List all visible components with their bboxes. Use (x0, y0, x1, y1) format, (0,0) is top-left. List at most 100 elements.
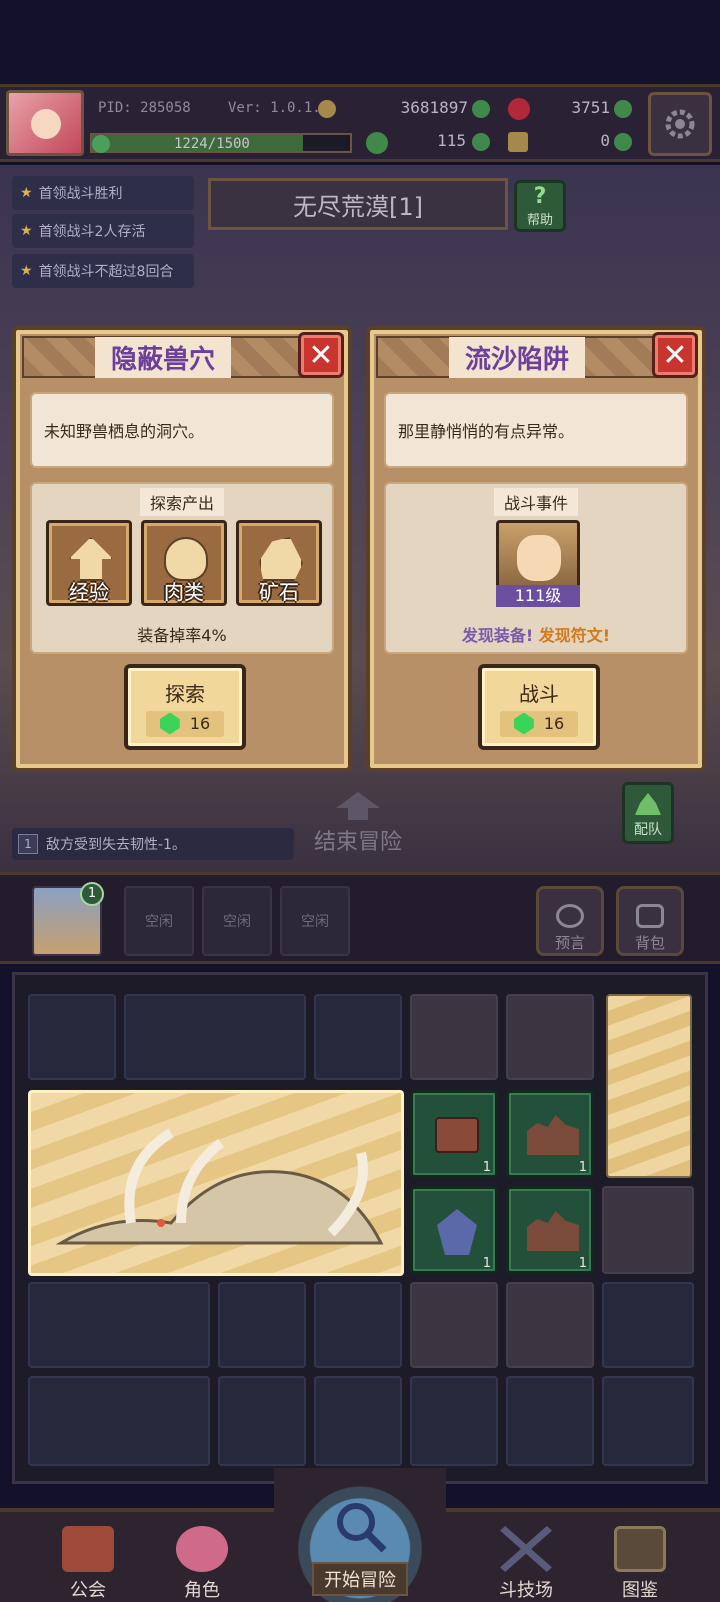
section-label: 战斗事件 (493, 488, 579, 516)
loot-slot-ore[interactable]: 矿石 (236, 520, 322, 606)
nav-codex[interactable]: 图鉴 (592, 1518, 688, 1602)
card-title: 隐蔽兽穴 (94, 336, 231, 378)
grid-cell-chest-faded[interactable] (602, 1186, 694, 1274)
nav-label: 斗技场 (499, 1580, 553, 1601)
close-button[interactable]: ✕ (652, 332, 698, 378)
party-slot-idle[interactable]: 空闲 (280, 886, 350, 956)
idle-label: 空闲 (223, 914, 251, 930)
prophecy-button[interactable]: 预言 (536, 886, 604, 956)
quest-label: 首领战斗不超过8回合 (38, 264, 174, 280)
grid-cell-wood[interactable]: 1 (506, 1186, 594, 1274)
gold-amount: 3681897 (400, 98, 468, 117)
add-gold-icon[interactable] (472, 100, 490, 118)
equipment-drop-rate: 装备掉率4% (137, 626, 227, 645)
player-avatar[interactable] (6, 90, 84, 156)
found-rewards: 发现装备! 发现符文! (386, 622, 686, 646)
found-rune: 发现符文! (538, 626, 611, 645)
cell-count: 1 (578, 1160, 587, 1175)
nav-character[interactable]: 角色 (154, 1518, 250, 1602)
blue-crystal-icon (437, 1209, 477, 1255)
grid-cell-beast-silhouette[interactable] (28, 1376, 210, 1466)
quest-item: ★ 首领战斗2人存活 (12, 214, 194, 248)
grid-cell-beast-silhouette[interactable] (124, 994, 306, 1080)
team-icon (635, 793, 661, 815)
ruby-gem-icon (508, 98, 530, 120)
grid-cell[interactable] (28, 994, 116, 1080)
grid-cell-stump[interactable] (506, 994, 594, 1080)
found-equipment: 发现装备! (461, 626, 534, 645)
add-item-icon[interactable] (614, 133, 632, 151)
hand-item-icon (508, 132, 528, 152)
guild-hall-icon (62, 1526, 114, 1572)
gem-amount: 3751 (571, 98, 610, 117)
end-adventure-button[interactable]: 结束冒险 (298, 776, 418, 856)
nav-guild[interactable]: 公会 (40, 1518, 136, 1602)
close-button[interactable]: ✕ (298, 332, 344, 378)
grid-cell[interactable] (314, 1282, 402, 1368)
end-adventure-label: 结束冒险 (313, 830, 402, 855)
effect-tip: 1 敌方受到失去韧性-1。 (12, 828, 294, 860)
settings-button[interactable] (648, 92, 712, 156)
grid-cell[interactable] (506, 1376, 594, 1466)
nav-label: 公会 (70, 1580, 106, 1601)
grid-cell[interactable] (410, 1282, 498, 1368)
cell-count: 1 (482, 1256, 491, 1271)
battle-button[interactable]: 战斗 16 (478, 664, 600, 750)
add-gem-icon[interactable] (614, 100, 632, 118)
team-setup-button[interactable]: 配队 (622, 782, 674, 844)
battle-event-panel: 战斗事件 111级 发现装备! 发现符文! (384, 482, 688, 654)
star-icon: ★ (20, 263, 33, 279)
nav-start-adventure[interactable]: 开始冒险 (274, 1468, 446, 1602)
grid-cell-beast-silhouette[interactable] (602, 1282, 694, 1368)
return-arrow-icon (336, 792, 380, 820)
item-amount: 0 (600, 131, 610, 150)
cost-value: 16 (189, 714, 211, 733)
grid-cell[interactable] (314, 994, 402, 1080)
treasure-chest-icon (435, 1117, 479, 1153)
crystal-ball-icon (556, 904, 584, 928)
help-label: 帮助 (526, 213, 553, 228)
card-description: 未知野兽栖息的洞穴。 (30, 392, 334, 468)
grid-cell-wood-silhouette[interactable] (218, 1376, 306, 1466)
magnifier-icon (337, 1503, 387, 1553)
card-title: 流沙陷阱 (448, 336, 585, 378)
add-clover-icon[interactable] (472, 133, 490, 151)
meat-icon (164, 537, 208, 581)
prophecy-label: 预言 (554, 934, 585, 952)
cost-value: 16 (543, 714, 565, 733)
grid-cell-rock[interactable] (606, 994, 692, 1178)
enemy-portrait[interactable]: 111级 (496, 520, 580, 607)
idle-label: 空闲 (145, 914, 173, 930)
cell-count: 1 (482, 1160, 491, 1175)
grid-cell[interactable] (506, 1282, 594, 1368)
quest-label: 首领战斗2人存活 (38, 224, 146, 240)
quest-item: ★ 首领战斗胜利 (12, 176, 194, 210)
level-clover-icon (92, 135, 110, 153)
party-slot-idle[interactable]: 空闲 (124, 886, 194, 956)
loot-slot-experience[interactable]: 经验 (46, 520, 132, 606)
clover-icon (366, 132, 388, 154)
backpack-button[interactable]: 背包 (616, 886, 684, 956)
nav-label: 开始冒险 (312, 1562, 408, 1596)
help-button[interactable]: ? 帮助 (514, 180, 566, 232)
green-gem-icon (513, 712, 534, 735)
nav-arena[interactable]: 斗技场 (478, 1518, 574, 1602)
gold-coin-icon (318, 100, 336, 118)
party-slot-idle[interactable]: 空闲 (202, 886, 272, 956)
wood-pile-icon (527, 1211, 579, 1251)
action-label: 战斗 (519, 681, 559, 706)
gear-icon (665, 109, 695, 139)
grid-cell[interactable] (410, 1376, 498, 1466)
grid-cell-beast-silhouette[interactable] (28, 1282, 210, 1368)
loot-slot-meat[interactable]: 肉类 (141, 520, 227, 606)
grid-cell-beast-lair[interactable] (28, 1090, 404, 1276)
grid-cell-chest[interactable]: 1 (410, 1090, 498, 1178)
grid-cell-wood[interactable]: 1 (506, 1090, 594, 1178)
explore-button[interactable]: 探索 16 (124, 664, 246, 750)
grid-cell[interactable] (602, 1376, 694, 1466)
grid-cell-gem[interactable]: 1 (410, 1186, 498, 1274)
cost-pill: 16 (145, 710, 225, 737)
grid-cell-beast-silhouette[interactable] (314, 1376, 402, 1466)
grid-cell[interactable] (410, 994, 498, 1080)
grid-cell[interactable] (218, 1282, 306, 1368)
